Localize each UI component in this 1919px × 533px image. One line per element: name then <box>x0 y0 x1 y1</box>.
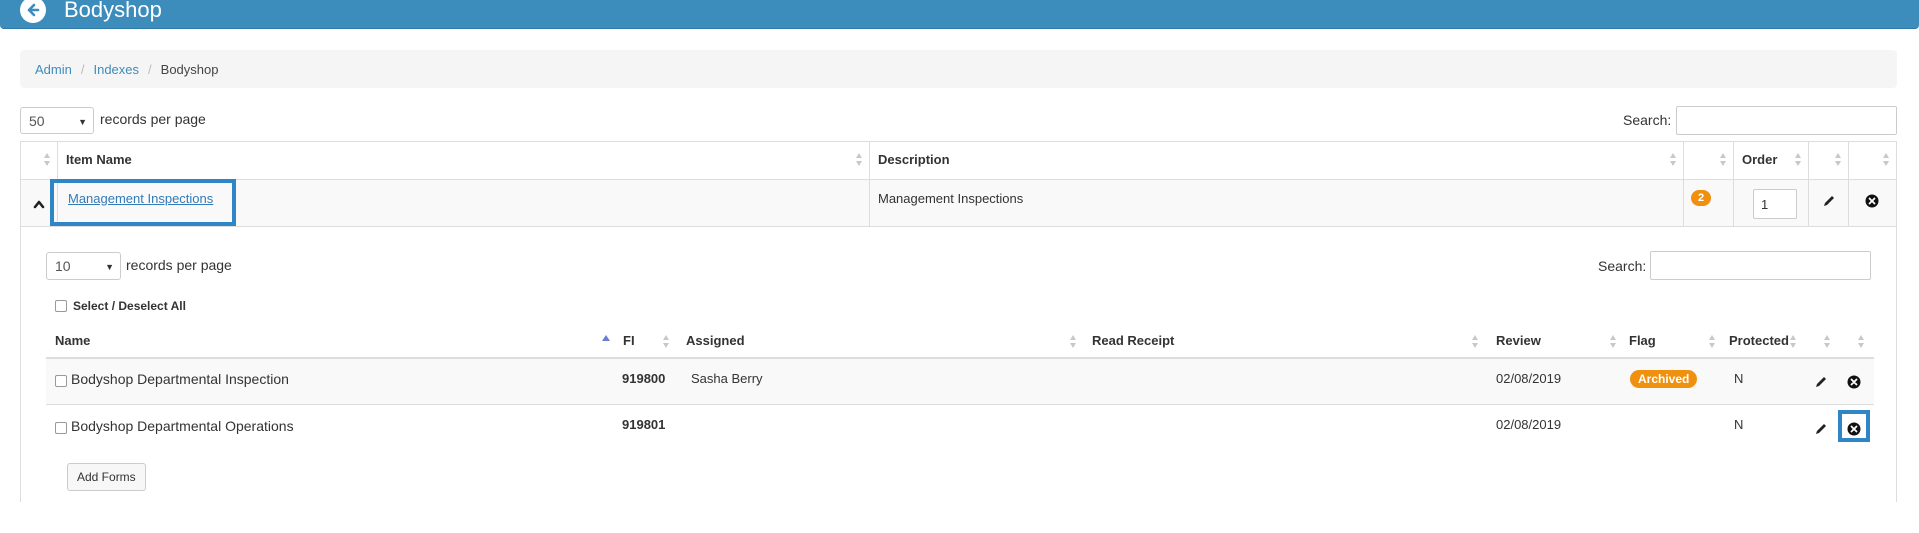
sort-icon <box>1709 335 1716 349</box>
outer-search-label: Search: <box>1623 112 1672 128</box>
form-protected: N <box>1734 417 1744 432</box>
inner-records-per-page-label: records per page <box>126 257 232 273</box>
table-row: Bodyshop Departmental Inspection 919800 … <box>46 359 1874 405</box>
flag-cell: Archived <box>1630 370 1698 388</box>
outer-records-per-page-label: records per page <box>100 111 206 127</box>
order-cell <box>1734 180 1809 226</box>
sort-icon <box>663 335 670 349</box>
sort-asc-icon <box>602 335 610 341</box>
sort-icon <box>1795 153 1802 167</box>
column-header-delete[interactable] <box>1849 142 1896 179</box>
back-button[interactable] <box>20 0 46 23</box>
sort-icon <box>1720 153 1727 167</box>
column-header-flag[interactable]: Flag <box>1629 333 1656 348</box>
edit-form-button[interactable] <box>1813 421 1829 437</box>
remove-form-button[interactable] <box>1846 374 1862 390</box>
column-header-review[interactable]: Review <box>1496 333 1541 348</box>
caret-down-icon: ▼ <box>105 262 114 272</box>
column-header-fi[interactable]: FI <box>623 333 635 348</box>
sort-icon <box>1858 335 1865 349</box>
forms-table-header: Name FI Assigned Read Receipt Review Fla… <box>46 333 1874 357</box>
pencil-icon <box>1824 196 1834 206</box>
sort-icon <box>44 153 51 167</box>
arrow-left-icon <box>27 3 40 17</box>
column-header-assigned[interactable]: Assigned <box>686 333 745 348</box>
form-review-date: 02/08/2019 <box>1496 417 1562 432</box>
edit-form-button[interactable] <box>1813 374 1829 390</box>
pencil-icon <box>1816 377 1826 387</box>
breadcrumb-separator: / <box>148 61 152 77</box>
column-header-label: Item Name <box>66 152 132 167</box>
remove-circle-icon <box>1847 375 1861 389</box>
count-cell: 2 <box>1684 180 1734 226</box>
column-header-read-receipt[interactable]: Read Receipt <box>1092 333 1174 348</box>
divider <box>20 227 21 502</box>
delete-cell <box>1849 180 1896 226</box>
description-cell: Management Inspections <box>870 180 1684 226</box>
column-header-description[interactable]: Description <box>870 142 1684 179</box>
form-protected: N <box>1734 371 1744 386</box>
column-header-name[interactable]: Name <box>55 333 90 348</box>
table-row: Bodyshop Departmental Operations 919801 … <box>46 405 1874 451</box>
column-header-expand[interactable] <box>21 142 58 179</box>
sort-icon <box>1790 335 1797 349</box>
column-header-protected[interactable]: Protected <box>1729 333 1789 348</box>
sort-icon <box>1835 153 1842 167</box>
inner-search-label: Search: <box>1598 258 1647 274</box>
breadcrumb-admin[interactable]: Admin <box>35 62 72 77</box>
outer-page-size-value: 50 <box>29 113 45 129</box>
sort-icon <box>1070 335 1077 349</box>
inner-page-size-select[interactable]: 10 ▼ <box>46 252 121 280</box>
pencil-icon <box>1816 424 1826 434</box>
form-review-date: 02/08/2019 <box>1496 371 1562 386</box>
archived-badge: Archived <box>1630 370 1698 388</box>
form-name: Bodyshop Departmental Operations <box>71 418 294 434</box>
column-header-label: Order <box>1742 152 1778 167</box>
sort-icon <box>1670 153 1677 167</box>
outer-page-size-select[interactable]: 50 ▼ <box>20 107 94 134</box>
select-all-control[interactable]: Select / Deselect All <box>55 299 186 313</box>
remove-circle-icon <box>1865 194 1879 208</box>
breadcrumb-current: Bodyshop <box>160 61 219 77</box>
breadcrumb-separator: / <box>80 61 85 77</box>
sort-icon <box>1472 335 1479 349</box>
breadcrumb: Admin / Indexes / Bodyshop <box>20 50 1897 88</box>
sort-icon <box>856 153 863 167</box>
page-title: Bodyshop <box>64 0 162 22</box>
column-header-count[interactable] <box>1684 142 1734 179</box>
column-header-edit[interactable] <box>1809 142 1849 179</box>
row-checkbox[interactable] <box>55 375 67 387</box>
column-header-label: Description <box>878 152 950 167</box>
select-all-label: Select / Deselect All <box>73 299 186 313</box>
edit-button[interactable] <box>1821 193 1837 209</box>
form-assigned: Sasha Berry <box>691 371 763 386</box>
chevron-up-icon <box>33 200 45 209</box>
form-name: Bodyshop Departmental Inspection <box>71 371 289 387</box>
sort-icon <box>1824 335 1831 349</box>
inner-search-input[interactable] <box>1650 251 1871 280</box>
inner-page-size-value: 10 <box>55 258 71 274</box>
table-row: Management Inspections Management Inspec… <box>21 179 1896 227</box>
divider <box>1896 227 1897 502</box>
select-all-checkbox[interactable] <box>55 300 67 312</box>
count-badge: 2 <box>1691 190 1712 206</box>
caret-down-icon: ▼ <box>78 117 87 127</box>
form-fi: 919800 <box>622 371 666 386</box>
order-input[interactable] <box>1753 189 1797 219</box>
sort-icon <box>1883 153 1890 167</box>
highlight-box <box>1838 410 1870 442</box>
column-header-order[interactable]: Order <box>1734 142 1809 179</box>
edit-cell <box>1809 180 1849 226</box>
add-forms-button[interactable]: Add Forms <box>67 463 146 491</box>
delete-button[interactable] <box>1864 193 1880 209</box>
sort-icon <box>1610 335 1617 349</box>
form-fi: 919801 <box>622 417 666 432</box>
column-header-item-name[interactable]: Item Name <box>58 142 870 179</box>
outer-search-input[interactable] <box>1676 106 1897 135</box>
app-header: Bodyshop <box>0 0 1919 29</box>
highlight-box <box>50 179 236 226</box>
description-text: Management Inspections <box>878 191 1024 206</box>
breadcrumb-indexes[interactable]: Indexes <box>93 62 139 77</box>
row-checkbox[interactable] <box>55 422 67 434</box>
